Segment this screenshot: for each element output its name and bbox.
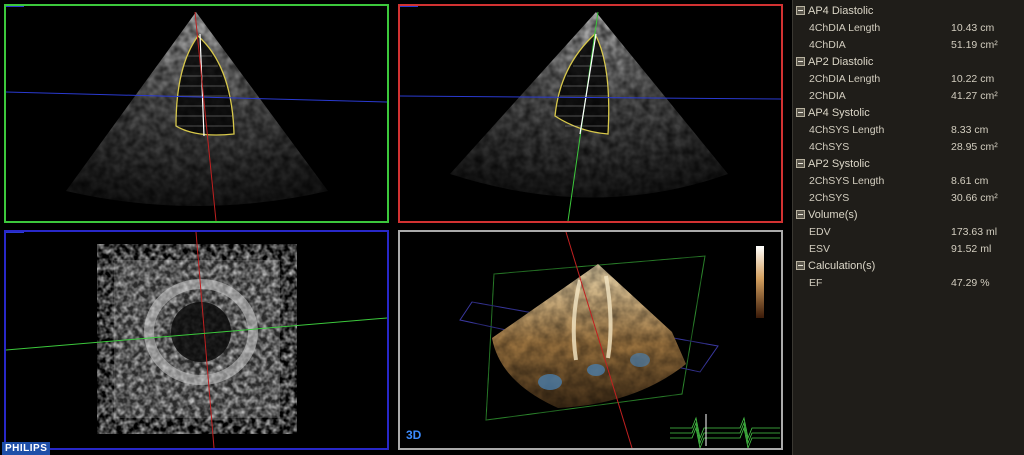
ap2-echo-image (400, 6, 781, 221)
measurement-row[interactable]: 2ChSYS Length 8.61 cm (793, 172, 1024, 189)
measurement-value: 10.43 cm (951, 21, 995, 34)
measurement-label: 4ChDIA Length (809, 21, 881, 34)
collapse-icon[interactable] (796, 261, 805, 270)
section-title: AP2 Systolic (808, 157, 870, 170)
measurement-value: 8.33 cm (951, 123, 989, 136)
section-title: AP4 Systolic (808, 106, 870, 119)
measurement-panel: AP4 Diastolic 4ChDIA Length 10.43 cm 4ChDIA… (792, 0, 1024, 455)
measurement-label: 2ChSYS Length (809, 174, 885, 187)
section-title: Volume(s) (808, 208, 858, 221)
measurement-value: 8.61 cm (951, 174, 989, 187)
volume-render-viewport[interactable]: 3D (398, 230, 783, 450)
measurement-value: 173.63 ml (951, 225, 998, 238)
measurement-row[interactable]: ESV 91.52 ml (793, 240, 1024, 257)
measurement-value: 30.66 cm² (951, 191, 998, 204)
measurement-label: EDV (809, 225, 831, 238)
short-axis-echo-image (6, 232, 387, 448)
brand-logo: PHILIPS (2, 442, 51, 455)
measurement-value: 51.19 cm² (951, 38, 998, 51)
color-scale-bar (756, 246, 764, 318)
section-title: Calculation(s) (808, 259, 876, 272)
measurement-row[interactable]: 4ChSYS 28.95 cm² (793, 138, 1024, 155)
measurement-value: 91.52 ml (951, 242, 992, 255)
measurement-section-header[interactable]: Volume(s) (793, 206, 1024, 223)
ap4-viewport[interactable] (4, 4, 389, 223)
volume-render-image (459, 232, 780, 448)
measurement-row[interactable]: 4ChSYS Length 8.33 cm (793, 121, 1024, 138)
measurement-row[interactable]: 4ChDIA 51.19 cm² (793, 36, 1024, 53)
ecg-trace (670, 416, 780, 448)
measurement-row[interactable]: 2ChSYS 30.66 cm² (793, 189, 1024, 206)
collapse-icon[interactable] (796, 108, 805, 117)
measurement-label: ESV (809, 242, 831, 255)
measurement-row[interactable]: 4ChDIA Length 10.43 cm (793, 19, 1024, 36)
collapse-icon[interactable] (796, 57, 805, 66)
measurement-value: 41.27 cm² (951, 89, 998, 102)
measurement-label: 4ChSYS (809, 140, 850, 153)
measurement-label: 2ChDIA Length (809, 72, 881, 85)
measurement-section-header[interactable]: AP2 Diastolic (793, 53, 1024, 70)
section-title: AP2 Diastolic (808, 55, 874, 68)
measurement-row[interactable]: 2ChDIA Length 10.22 cm (793, 70, 1024, 87)
measurement-row[interactable]: EF 47.29 % (793, 274, 1024, 291)
measurement-label: 4ChSYS Length (809, 123, 885, 136)
measurement-label: EF (809, 276, 823, 289)
measurement-section-header[interactable]: AP4 Systolic (793, 104, 1024, 121)
measurement-value: 47.29 % (951, 276, 990, 289)
measurement-value: 28.95 cm² (951, 140, 998, 153)
short-axis-viewport[interactable] (4, 230, 389, 450)
section-title: AP4 Diastolic (808, 4, 874, 17)
collapse-icon[interactable] (796, 159, 805, 168)
measurement-value: 10.22 cm (951, 72, 995, 85)
measurement-row[interactable]: EDV 173.63 ml (793, 223, 1024, 240)
measurement-label: 2ChDIA (809, 89, 846, 102)
measurement-label: 4ChDIA (809, 38, 846, 51)
measurement-row[interactable]: 2ChDIA 41.27 cm² (793, 87, 1024, 104)
collapse-icon[interactable] (796, 210, 805, 219)
ap2-viewport[interactable] (398, 4, 783, 223)
measurement-label: 2ChSYS (809, 191, 850, 204)
measurement-section-header[interactable]: AP4 Diastolic (793, 2, 1024, 19)
ap4-echo-image (6, 6, 387, 221)
volume-mode-label: 3D (406, 428, 422, 442)
collapse-icon[interactable] (796, 6, 805, 15)
measurement-section-header[interactable]: Calculation(s) (793, 257, 1024, 274)
measurement-section-header[interactable]: AP2 Systolic (793, 155, 1024, 172)
